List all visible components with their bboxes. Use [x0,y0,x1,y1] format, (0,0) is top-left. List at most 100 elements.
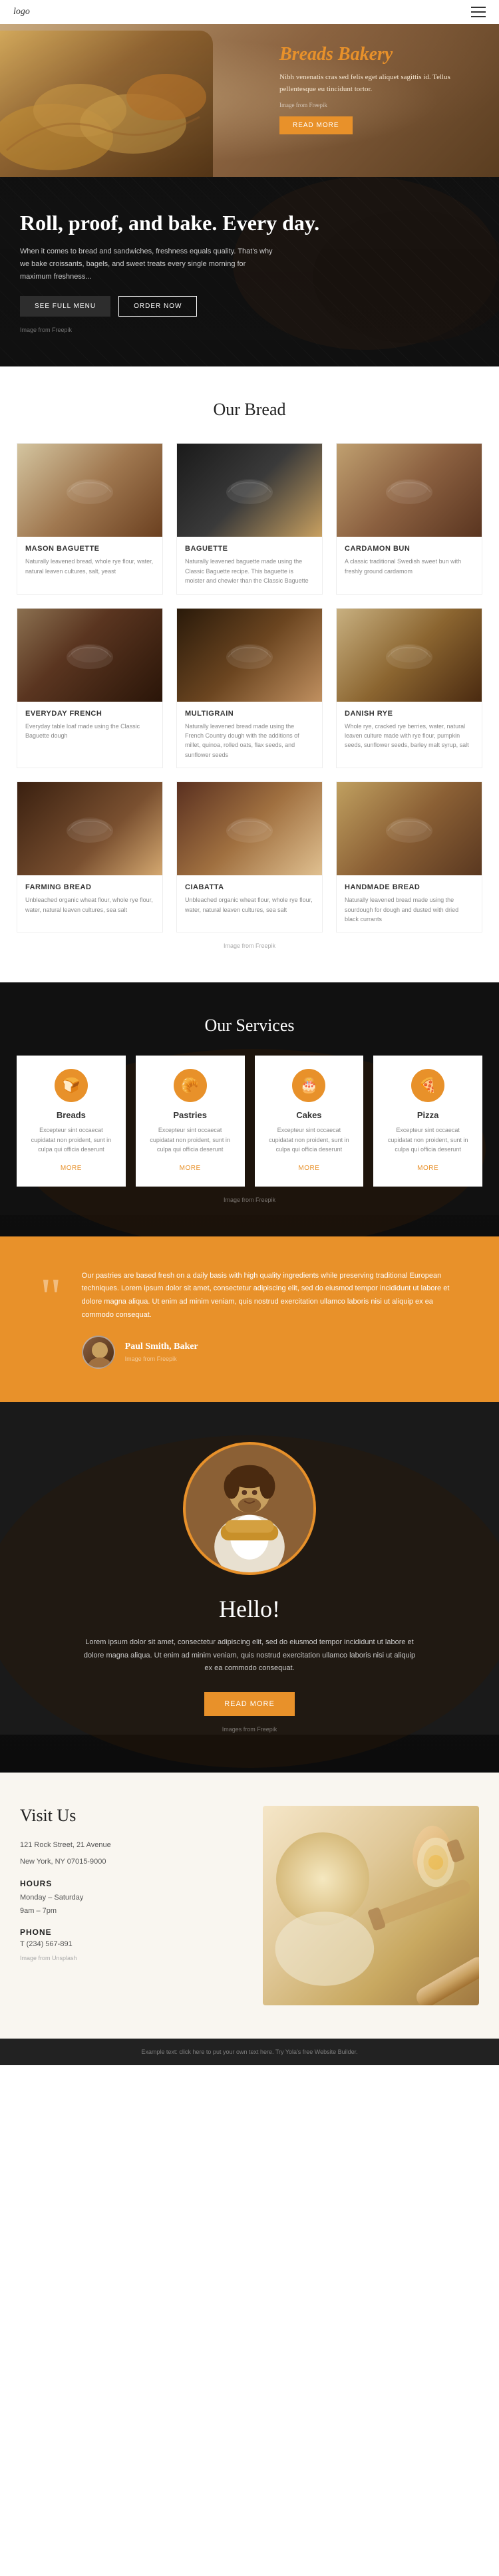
hello-text: Lorem ipsum dolor sit amet, consectetur … [83,1636,416,1675]
service-more-link[interactable]: MORE [417,1165,438,1172]
visit-section: Visit Us 121 Rock Street, 21 Avenue New … [0,1773,499,2039]
bread-card: Danish Rye Whole rye, cracked rye berrie… [336,608,482,769]
visit-address-line2: New York, NY 07015-9000 [20,1856,236,1869]
service-more-link[interactable]: MORE [298,1165,319,1172]
bread-card-title: Multigrain [185,710,314,718]
bread-card-title: Mason Baguette [25,545,154,553]
author-info: Paul Smith, Baker Image from Freepik [125,1342,198,1362]
visit-info: Visit Us 121 Rock Street, 21 Avenue New … [20,1806,236,1961]
footer-text: Example text: click here to put your own… [20,2049,479,2055]
logo: logo [13,7,30,17]
service-card: 🥐 Pastries Excepteur sint occaecat cupid… [136,1056,245,1186]
bread-card: Everyday French Everyday table loaf made… [17,608,163,769]
visit-hours-time: 9am – 7pm [20,1905,236,1918]
hamburger-line-2 [471,11,486,13]
bread-card-title: Ciabatta [185,883,314,891]
hero-content: Breads Bakery Nibh venenatis cras sed fe… [279,44,479,134]
bread-card-body: Handmade Bread Naturally leavened bread … [337,875,482,932]
bread-card-title: Danish Rye [345,710,474,718]
author-name: Paul Smith, Baker [125,1342,198,1352]
service-card: 🍕 Pizza Excepteur sint occaecat cupidata… [373,1056,482,1186]
bread-card-image [17,444,162,537]
dark-section-subtitle: When it comes to bread and sandwiches, f… [20,245,273,283]
bread-card-body: Danish Rye Whole rye, cracked rye berrie… [337,702,482,758]
footer: Example text: click here to put your own… [0,2039,499,2065]
bread-card: Farming Bread Unbleached organic wheat f… [17,782,163,932]
bread-shape-svg [63,812,116,845]
hero-image-credit: Image from Freepik [279,102,479,108]
bread-card-image [337,782,482,875]
bread-card-image [17,782,162,875]
service-more-link[interactable]: MORE [61,1165,82,1172]
avatar-svg [83,1337,115,1369]
visit-phone-label: PHONE [20,1928,236,1937]
bread-card-text: Unbleached organic wheat flour, whole ry… [185,895,314,915]
hello-read-more-button[interactable]: READ MORE [204,1692,295,1716]
hero-bread-image [0,31,213,177]
author-avatar [82,1336,115,1369]
quote-mark: " [40,1276,62,1319]
bread-visual-5 [337,609,482,702]
bread-visual-6 [17,782,162,875]
service-text: Excepteur sint occaecat cupidatat non pr… [27,1125,116,1154]
bread-shape-svg [383,639,436,672]
bread-card-text: A classic traditional Swedish sweet bun … [345,557,474,576]
bread-card-image [177,782,322,875]
bread-card: Handmade Bread Naturally leavened bread … [336,782,482,932]
bread-visual-4 [177,609,322,702]
service-icon-pizza: 🍕 [411,1069,444,1102]
bread-card-body: Everyday French Everyday table loaf made… [17,702,162,749]
services-section: Our Services 🍞 Breads Excepteur sint occ… [0,982,499,1236]
dark-section-title: Roll, proof, and bake. Every day. [20,210,479,235]
services-image-credit: Image from Freepik [17,1197,482,1203]
hero-section: Breads Bakery Nibh venenatis cras sed fe… [0,24,499,177]
visit-image [263,1806,479,2005]
bread-card-text: Naturally leavened bread, whole rye flou… [25,557,154,576]
bread-card-body: Ciabatta Unbleached organic wheat flour,… [177,875,322,923]
hello-images-credit: Images from Freepik [20,1726,479,1733]
bread-card-text: Whole rye, cracked rye berries, water, n… [345,722,474,750]
service-text: Excepteur sint occaecat cupidatat non pr… [383,1125,472,1154]
bread-image-credit: Image from Freepik [17,942,482,949]
testimonial-image-credit: Image from Freepik [125,1356,198,1362]
service-more-link[interactable]: MORE [180,1165,201,1172]
service-text: Excepteur sint occaecat cupidatat non pr… [265,1125,354,1154]
bread-shape-svg [223,474,276,507]
bread-shape-svg [223,639,276,672]
bread-shape-svg [223,812,276,845]
hello-section: Hello! Lorem ipsum dolor sit amet, conse… [0,1402,499,1773]
bread-card-body: Mason Baguette Naturally leavened bread,… [17,537,162,584]
hamburger-line-1 [471,7,486,8]
testimonial-author: Paul Smith, Baker Image from Freepik [82,1336,459,1369]
bread-card-title: Farming Bread [25,883,154,891]
our-bread-title: Our Bread [17,400,482,420]
bread-visual-8 [337,782,482,875]
hamburger-menu[interactable] [471,7,486,17]
hero-read-more-button[interactable]: READ MORE [279,116,353,134]
bread-card-body: Multigrain Naturally leavened bread made… [177,702,322,768]
bread-visual-0 [17,444,162,537]
bread-card: Multigrain Naturally leavened bread made… [176,608,323,769]
bread-shape-svg [63,474,116,507]
service-card: 🎂 Cakes Excepteur sint occaecat cupidata… [255,1056,364,1186]
baking-ingredients-svg [263,1806,479,2005]
bread-visual-2 [337,444,482,537]
bread-shape-svg [383,812,436,845]
croissant-svg [0,31,213,177]
bread-card-image [177,609,322,702]
service-card: 🍞 Breads Excepteur sint occaecat cupidat… [17,1056,126,1186]
our-bread-section: Our Bread Mason Baguette Naturally leave… [0,366,499,982]
baker-svg [186,1442,313,1575]
service-title: Pizza [383,1110,472,1120]
bread-card: Ciabatta Unbleached organic wheat flour,… [176,782,323,932]
bread-card: Mason Baguette Naturally leavened bread,… [17,443,163,594]
dark-buttons: SEE FULL MENU ORDER NOW [20,296,479,317]
visit-address-line1: 121 Rock Street, 21 Avenue [20,1839,236,1852]
bread-card-body: Baguette Naturally leavened baguette mad… [177,537,322,593]
visit-title: Visit Us [20,1806,236,1826]
bread-card-image [337,609,482,702]
bread-card-body: Farming Bread Unbleached organic wheat f… [17,875,162,923]
order-now-button[interactable]: ORDER NOW [118,296,197,317]
testimonial-content: Our pastries are based fresh on a daily … [82,1270,459,1369]
see-full-menu-button[interactable]: SEE FULL MENU [20,296,110,317]
